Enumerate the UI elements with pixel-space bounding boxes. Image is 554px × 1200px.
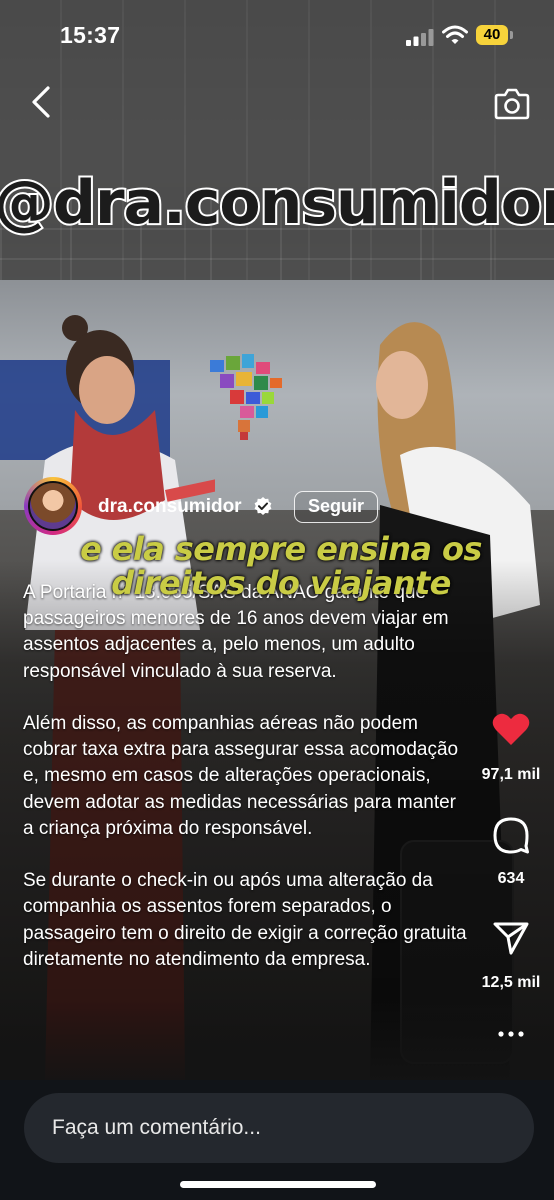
battery-level: 40	[476, 25, 508, 45]
comment-bar: Faça um comentário...	[0, 1080, 554, 1200]
heart-icon[interactable]	[492, 712, 530, 746]
back-icon[interactable]	[24, 84, 60, 120]
status-time: 15:37	[60, 22, 121, 48]
post-description[interactable]: A Portaria nº 13.065/SAS da ANAC garante…	[23, 580, 468, 999]
comment-icon[interactable]	[492, 816, 530, 854]
home-indicator[interactable]	[180, 1181, 376, 1188]
more-icon[interactable]	[492, 1024, 530, 1044]
verified-icon	[254, 497, 272, 515]
video-handle-overlay: @dra.consumidor	[0, 166, 554, 240]
description-paragraph: Se durante o check-in ou após uma altera…	[23, 870, 467, 970]
description-fade	[0, 1000, 554, 1080]
avatar-photo	[28, 481, 78, 531]
follow-button[interactable]: Seguir	[294, 491, 378, 523]
comment-input[interactable]: Faça um comentário...	[24, 1093, 534, 1163]
signal-icon	[406, 29, 434, 46]
share-count: 12,5 mil	[481, 974, 541, 991]
like-count: 97,1 mil	[481, 766, 541, 783]
wifi-icon	[442, 25, 468, 44]
comment-count: 634	[497, 870, 525, 887]
video-caption: e ela sempre ensina os direitos do viaja…	[80, 530, 482, 602]
status-bar: 15:37 40	[0, 0, 554, 74]
description-paragraph: Além disso, as companhias aéreas não pod…	[23, 713, 459, 839]
share-icon[interactable]	[492, 920, 530, 956]
battery-tip	[510, 31, 513, 39]
author-username[interactable]: dra.consumidor	[98, 496, 242, 518]
battery-icon: 40	[476, 25, 514, 47]
avatar[interactable]	[24, 477, 82, 535]
camera-icon[interactable]	[494, 86, 530, 120]
